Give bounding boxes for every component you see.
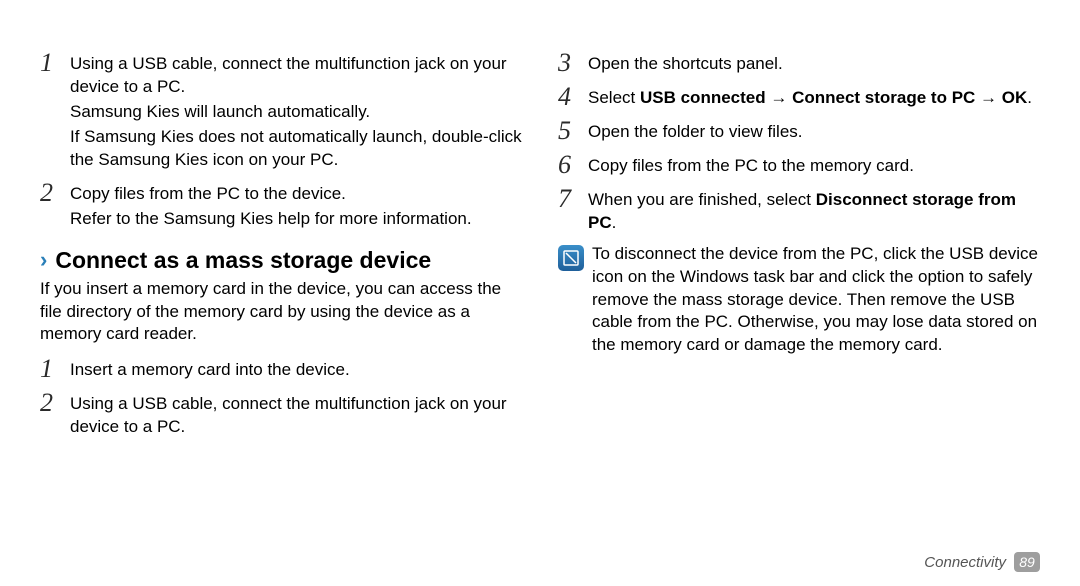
- step-number: 3: [558, 50, 588, 76]
- page-columns: 1 Using a USB cable, connect the multifu…: [0, 0, 1080, 447]
- step-text: Samsung Kies will launch automatically.: [70, 101, 522, 124]
- step-body: Using a USB cable, connect the multifunc…: [70, 50, 522, 174]
- step-6: 6 Copy files from the PC to the memory c…: [558, 152, 1040, 180]
- step-number: 4: [558, 84, 588, 110]
- step-number: 2: [40, 390, 70, 416]
- step-number: 7: [558, 186, 588, 212]
- note-icon: [558, 245, 584, 271]
- bold-text: Connect storage to PC: [792, 88, 975, 107]
- page-number: 89: [1014, 552, 1040, 572]
- step-text: Using a USB cable, connect the multifunc…: [70, 393, 522, 439]
- step-number: 6: [558, 152, 588, 178]
- note-block: To disconnect the device from the PC, cl…: [558, 243, 1040, 358]
- step-number: 1: [40, 356, 70, 382]
- step-1: 1 Using a USB cable, connect the multifu…: [40, 50, 522, 174]
- text-segment: When you are finished, select: [588, 190, 816, 209]
- step-text: Copy files from the PC to the memory car…: [588, 155, 1040, 178]
- step-text: Open the shortcuts panel.: [588, 53, 1040, 76]
- step-text: Open the folder to view files.: [588, 121, 1040, 144]
- step-7: 7 When you are finished, select Disconne…: [558, 186, 1040, 237]
- bold-text: OK: [1002, 88, 1028, 107]
- step-body: Copy files from the PC to the device. Re…: [70, 180, 522, 233]
- text-segment: .: [612, 213, 617, 232]
- text-segment: .: [1027, 88, 1032, 107]
- text-segment: →: [766, 88, 792, 107]
- chevron-icon: ›: [40, 247, 47, 273]
- bold-text: USB connected: [640, 88, 766, 107]
- step-a2: 2 Using a USB cable, connect the multifu…: [40, 390, 522, 441]
- step-body: Open the folder to view files.: [588, 118, 1040, 146]
- text-segment: →: [975, 88, 1001, 107]
- step-body: Select USB connected → Connect storage t…: [588, 84, 1040, 112]
- step-5: 5 Open the folder to view files.: [558, 118, 1040, 146]
- step-body: When you are finished, select Disconnect…: [588, 186, 1040, 237]
- step-2: 2 Copy files from the PC to the device. …: [40, 180, 522, 233]
- step-text: If Samsung Kies does not automatically l…: [70, 126, 522, 172]
- note-text: To disconnect the device from the PC, cl…: [592, 243, 1040, 358]
- step-3: 3 Open the shortcuts panel.: [558, 50, 1040, 78]
- step-text: When you are finished, select Disconnect…: [588, 189, 1040, 235]
- right-column: 3 Open the shortcuts panel. 4 Select USB…: [558, 50, 1040, 447]
- heading-text: Connect as a mass storage device: [55, 247, 431, 274]
- step-body: Open the shortcuts panel.: [588, 50, 1040, 78]
- step-body: Insert a memory card into the device.: [70, 356, 522, 384]
- footer-section: Connectivity: [924, 554, 1006, 571]
- step-number: 2: [40, 180, 70, 206]
- section-intro: If you insert a memory card in the devic…: [40, 278, 522, 347]
- step-text: Refer to the Samsung Kies help for more …: [70, 208, 522, 231]
- step-4: 4 Select USB connected → Connect storage…: [558, 84, 1040, 112]
- step-number: 1: [40, 50, 70, 76]
- step-body: Copy files from the PC to the memory car…: [588, 152, 1040, 180]
- text-segment: Select: [588, 88, 640, 107]
- step-a1: 1 Insert a memory card into the device.: [40, 356, 522, 384]
- step-text: Using a USB cable, connect the multifunc…: [70, 53, 522, 99]
- step-text: Copy files from the PC to the device.: [70, 183, 522, 206]
- step-text: Select USB connected → Connect storage t…: [588, 87, 1040, 110]
- left-column: 1 Using a USB cable, connect the multifu…: [40, 50, 522, 447]
- section-heading: › Connect as a mass storage device: [40, 247, 522, 274]
- page-footer: Connectivity 89: [924, 552, 1040, 572]
- step-number: 5: [558, 118, 588, 144]
- step-text: Insert a memory card into the device.: [70, 359, 522, 382]
- step-body: Using a USB cable, connect the multifunc…: [70, 390, 522, 441]
